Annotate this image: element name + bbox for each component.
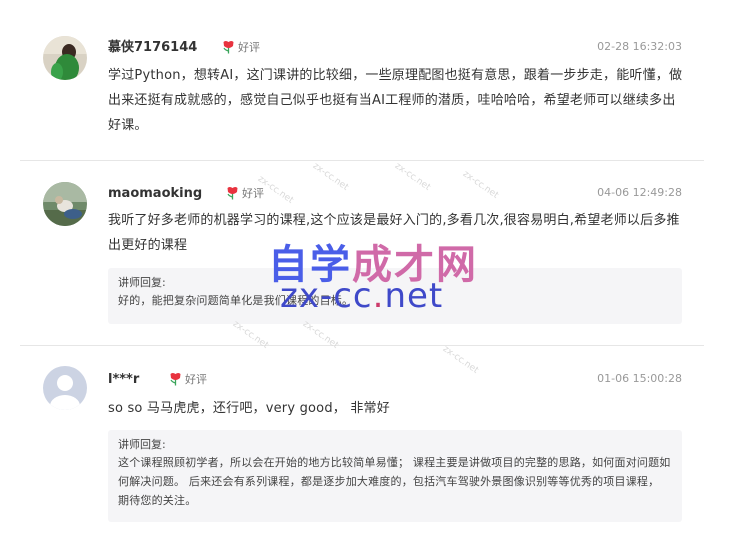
flower-icon — [170, 373, 181, 386]
reply-label: 讲师回复: — [118, 438, 166, 451]
reply-text: 这个课程照顾初学者，所以会在开始的地方比较简单易懂； 课程主要是讲做项目的完整的… — [118, 456, 671, 507]
rating-label: 好评 — [185, 373, 207, 386]
username[interactable]: l***r — [108, 372, 139, 388]
review-content: so so 马马虎虎，还行吧，very good， 非常好 — [108, 401, 390, 416]
review-item: l***r 好评 01-06 15:00:28 so so 马马虎虎，还行吧，v… — [0, 0, 733, 540]
review-time: 01-06 15:00:28 — [597, 372, 682, 385]
user-avatar[interactable] — [43, 366, 87, 410]
rating-badge: 好评 — [169, 372, 207, 387]
teacher-reply: 讲师回复: 这个课程照顾初学者，所以会在开始的地方比较简单易懂； 课程主要是讲做… — [108, 430, 682, 522]
